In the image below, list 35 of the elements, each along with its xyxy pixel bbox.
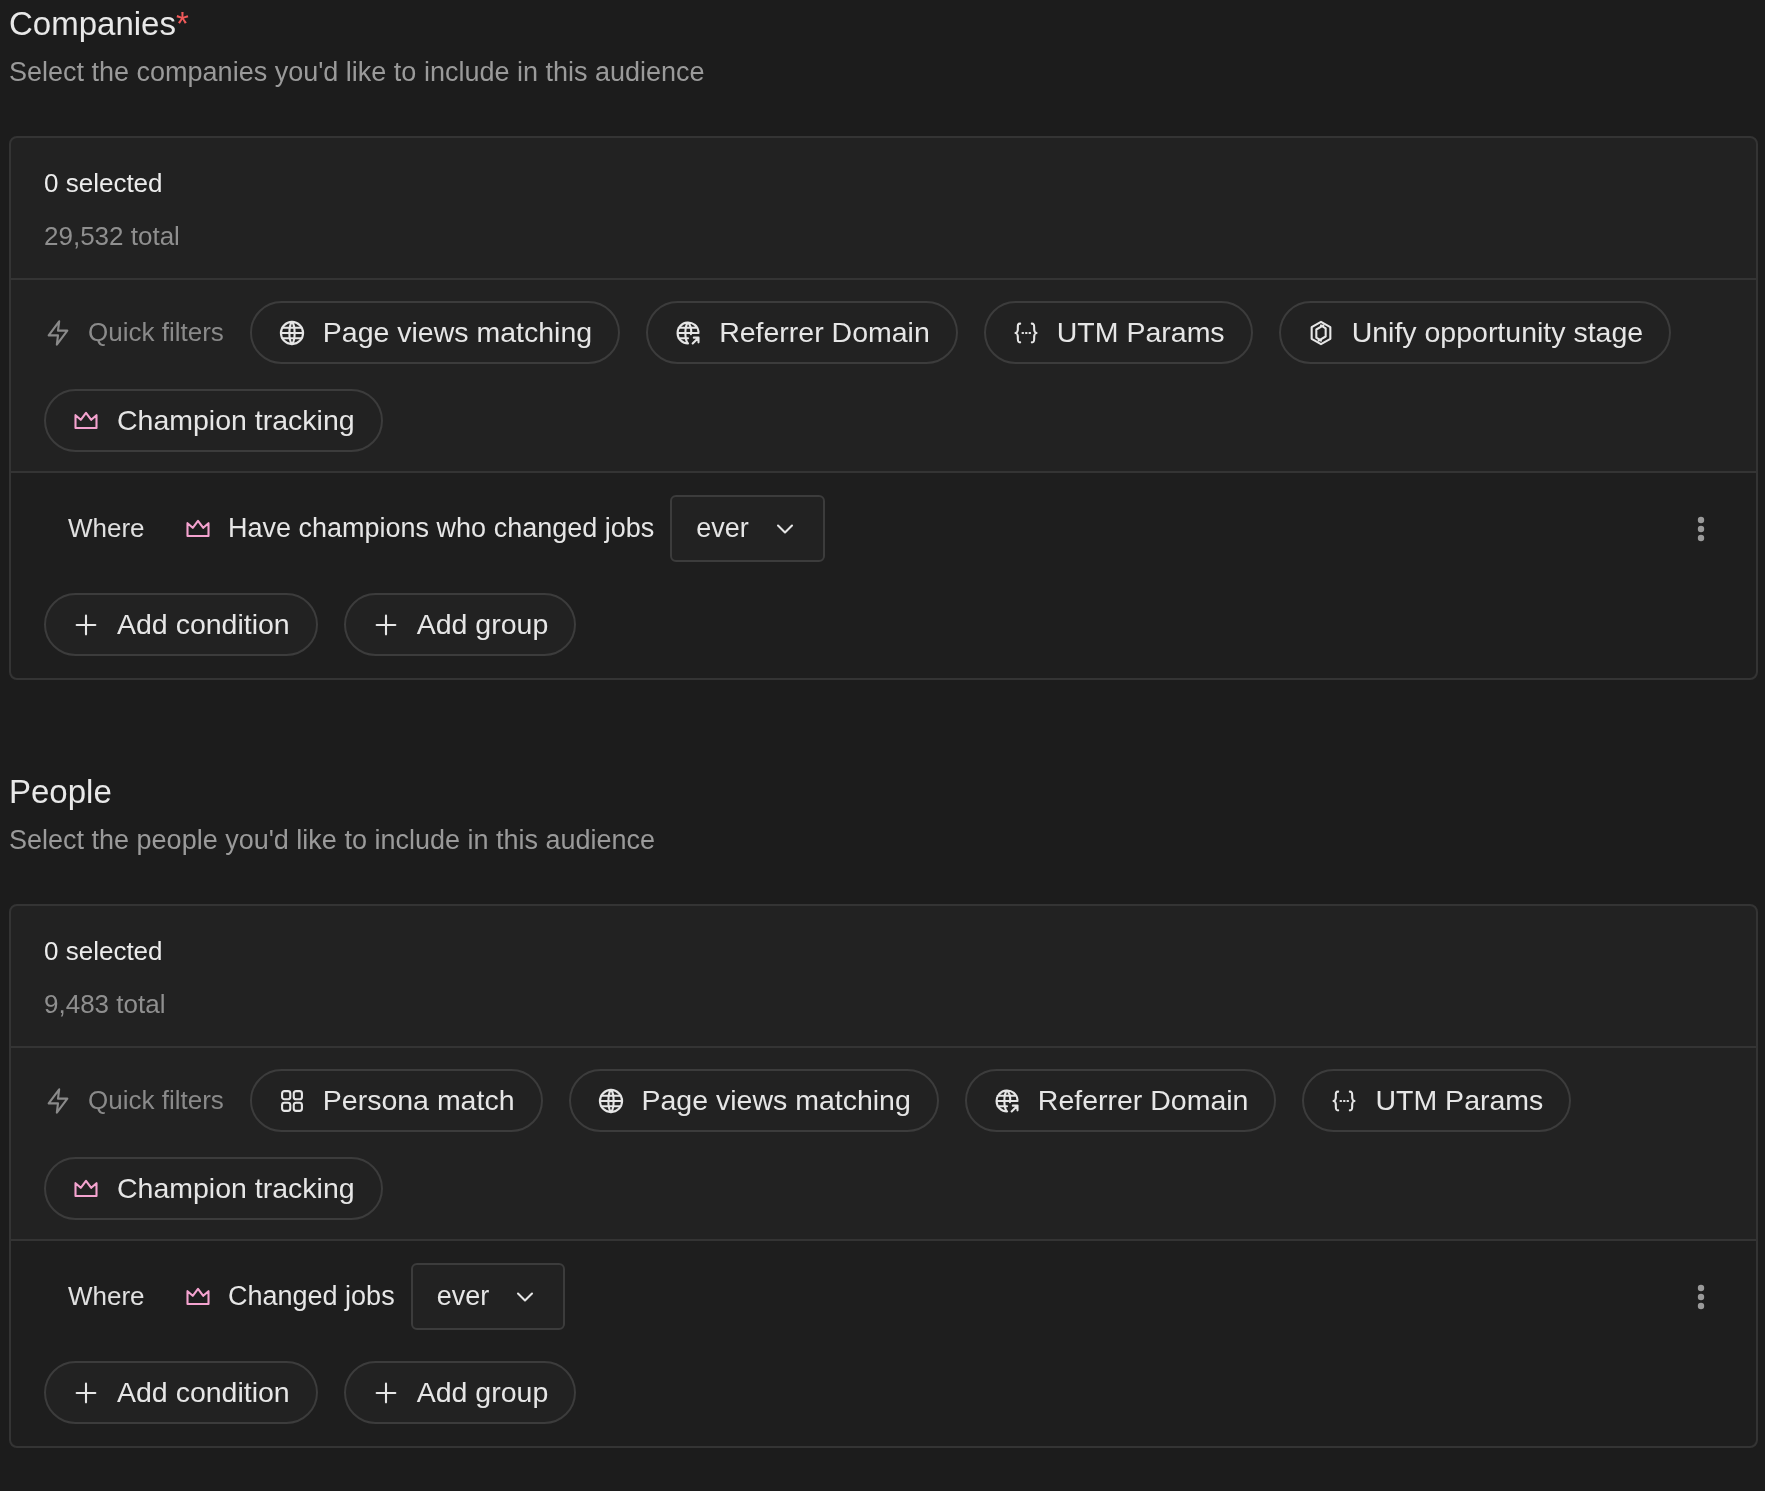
quick-filter-chip[interactable]: Referrer Domain <box>964 1069 1277 1133</box>
section-title: People <box>9 772 113 812</box>
quick-filter-chip[interactable]: Page views matching <box>249 301 621 365</box>
where-label: Where <box>68 1280 146 1314</box>
section-description: Select the people you'd like to include in this audience <box>9 823 657 857</box>
quick-filter-chip[interactable]: Referrer Domain <box>646 301 958 365</box>
condition-field: Have champions who changed jobs <box>228 508 655 549</box>
quick-filter-chip[interactable]: Unify opportunity stage <box>1278 301 1672 365</box>
condition-field: Changed jobs <box>228 1276 395 1317</box>
add-button[interactable]: Add condition <box>44 593 318 657</box>
quick-filter-chip[interactable]: Champion tracking <box>44 1157 383 1221</box>
quick-filter-chip[interactable]: UTM Params <box>983 301 1253 365</box>
operator-dropdown[interactable]: ever <box>410 1263 566 1331</box>
globe-arrow-icon <box>674 318 703 347</box>
quick-filter-chip[interactable]: Page views matching <box>568 1069 939 1133</box>
section-description: Select the companies you'd like to include in this audience <box>9 55 706 89</box>
add-button[interactable]: Add group <box>343 1361 577 1425</box>
add-button[interactable]: Add group <box>343 593 577 657</box>
selected-count: 0 selected <box>44 935 164 969</box>
quick-filter-chip[interactable]: UTM Params <box>1302 1069 1572 1133</box>
quick-filters-label: Quick filters <box>88 316 224 350</box>
quick-filter-chip[interactable]: Champion tracking <box>44 389 383 453</box>
where-label: Where <box>68 512 146 546</box>
total-count: 9,483 total <box>44 988 167 1022</box>
add-button[interactable]: Add condition <box>44 1361 318 1425</box>
section-title: Companies* <box>9 4 190 44</box>
globe-icon <box>277 318 306 347</box>
quick-filter-chip[interactable]: Persona match <box>249 1069 543 1133</box>
more-options-icon[interactable] <box>1697 515 1705 542</box>
selected-count: 0 selected <box>44 167 164 201</box>
more-options-icon[interactable] <box>1697 1283 1705 1310</box>
quick-filters-label: Quick filters <box>88 1084 224 1118</box>
total-count: 29,532 total <box>44 220 181 254</box>
operator-dropdown[interactable]: ever <box>670 495 825 563</box>
globe-icon <box>596 1086 625 1115</box>
